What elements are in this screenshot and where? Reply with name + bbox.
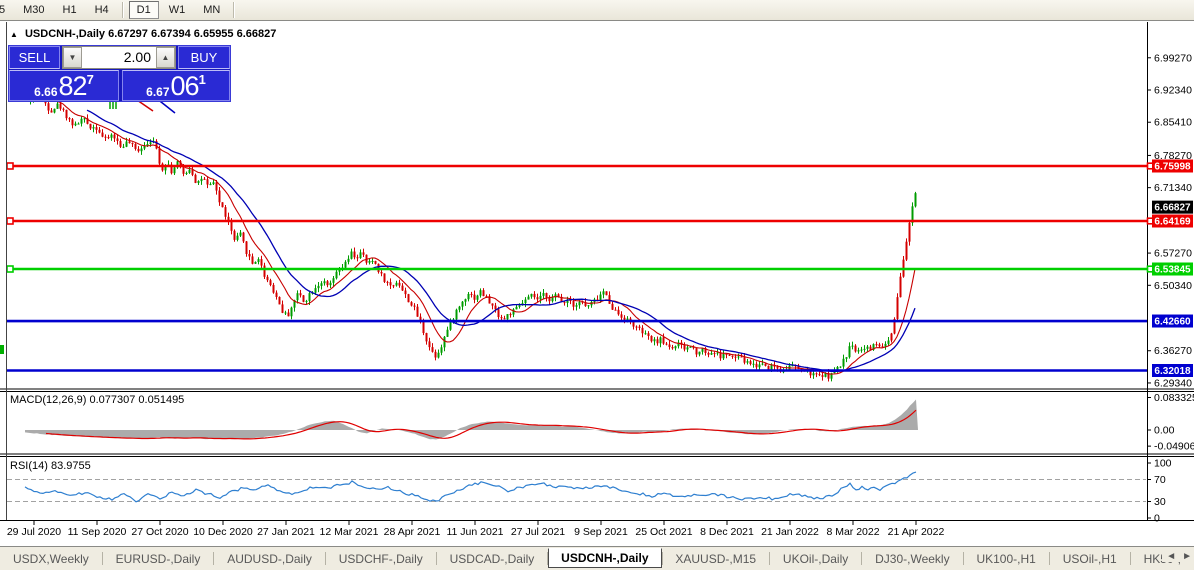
- symbol-tab-bar: USDX,Weekly EURUSD-,Daily AUDUSD-,Daily USD…: [0, 546, 1194, 570]
- price-tick-label: 6.92340: [1154, 85, 1192, 97]
- tab-usdchf-daily[interactable]: USDCHF-,Daily: [326, 549, 436, 569]
- date-label: 28 Apr 2021: [384, 526, 441, 538]
- level-left-marker: [6, 162, 14, 170]
- quote-high: 6.67394: [150, 28, 191, 40]
- toolbar-separator: [121, 2, 124, 18]
- ask-price[interactable]: 6.67 06 1: [122, 70, 230, 101]
- sell-button[interactable]: SELL: [9, 46, 60, 69]
- level-badge-label: 6.64169: [1154, 217, 1191, 228]
- tab-usoil-h1[interactable]: USOil-,H1: [1050, 549, 1130, 569]
- level-left-marker: [6, 217, 14, 225]
- price-tick-label: 6.29340: [1154, 377, 1192, 389]
- date-label: 29 Jul 2020: [7, 526, 61, 538]
- timeframe-button-h4[interactable]: H4: [87, 1, 117, 19]
- timeframe-button-w1[interactable]: W1: [161, 1, 194, 19]
- date-label: 27 Oct 2020: [131, 526, 188, 538]
- ask-pip-digit: 1: [198, 72, 206, 87]
- date-label: 8 Mar 2022: [826, 526, 879, 538]
- date-label: 27 Jul 2021: [511, 526, 565, 538]
- ask-prefix: 6.67: [146, 85, 170, 99]
- tab-dj30-weekly[interactable]: DJ30-,Weekly: [862, 549, 962, 569]
- bid-pip-digit: 7: [86, 72, 94, 87]
- buy-button[interactable]: BUY: [178, 46, 230, 69]
- volume-decrease-icon[interactable]: ▼: [63, 47, 82, 68]
- date-label: 9 Sep 2021: [574, 526, 628, 538]
- tab-usdcad-daily[interactable]: USDCAD-,Daily: [437, 549, 548, 569]
- level-badge-label: 6.53845: [1154, 265, 1191, 276]
- rsi-indicator-label: RSI(14) 83.9755: [10, 460, 91, 472]
- macd-axis-label: 0.00: [1154, 425, 1175, 437]
- tab-scroll-buttons: ◄ ►: [1162, 551, 1192, 562]
- date-label: 27 Jan 2021: [257, 526, 315, 538]
- tab-ukoil-daily[interactable]: UKOil-,Daily: [770, 549, 861, 569]
- chart-window: 6.99270 6.92340 6.85410 6.78270 6.71340 6.572…: [0, 20, 1194, 547]
- macd-indicator-label: MACD(12,26,9) 0.077307 0.051495: [10, 394, 185, 406]
- one-click-trading-panel: SELL ▼ 2.00 ▲ BUY 6.66 82 7 6.67 06 1: [8, 45, 231, 102]
- symbol-title: USDCNH-,Daily: [24, 28, 106, 40]
- price-tick-label: 6.50340: [1154, 280, 1192, 292]
- current-price-badge-label: 6.66827: [1154, 203, 1191, 214]
- level-badge-label: 6.75998: [1154, 161, 1191, 172]
- date-label: 12 Mar 2021: [320, 526, 379, 538]
- level-badge-label: 6.42660: [1154, 317, 1191, 328]
- date-label: 21 Apr 2022: [888, 526, 945, 538]
- moving-average-slow: [86, 109, 916, 373]
- toolbar-separator: [233, 2, 236, 18]
- date-label: 8 Dec 2021: [700, 526, 754, 538]
- level-badge-label: 6.32018: [1154, 366, 1191, 377]
- rsi-axis-label: 30: [1154, 496, 1166, 508]
- price-tick-label: 6.36270: [1154, 345, 1192, 357]
- timeframe-toolbar: 5 M30 H1 H4 D1 W1 MN: [0, 0, 1194, 21]
- time-axis[interactable]: 29 Jul 2020 11 Sep 2020 27 Oct 2020 10 Dec …: [7, 520, 945, 539]
- tab-eurusd-daily[interactable]: EURUSD-,Daily: [103, 549, 214, 569]
- bid-price[interactable]: 6.66 82 7: [9, 70, 119, 101]
- tab-usdcnh-daily[interactable]: USDCNH-,Daily: [548, 547, 662, 568]
- left-edge-marker: [0, 345, 4, 354]
- volume-input[interactable]: 2.00: [82, 47, 156, 68]
- rsi-axis-label: 0: [1154, 513, 1160, 525]
- tab-scroll-right-icon[interactable]: ►: [1182, 551, 1192, 562]
- rsi-line: [24, 471, 917, 503]
- rsi-axis-label: 100: [1154, 458, 1172, 470]
- quote-close: 6.66827: [236, 28, 277, 40]
- timeframe-button-d1[interactable]: D1: [128, 1, 159, 19]
- candlestick-series: [29, 87, 917, 382]
- volume-increase-icon[interactable]: ▲: [156, 47, 175, 68]
- date-label: 25 Oct 2021: [635, 526, 692, 538]
- date-label: 10 Dec 2020: [193, 526, 253, 538]
- date-label: 11 Sep 2020: [68, 526, 127, 538]
- price-tick-label: 6.99270: [1154, 52, 1192, 64]
- price-tick-label: 6.57270: [1154, 248, 1192, 260]
- price-tick-label: 6.71340: [1154, 182, 1192, 194]
- timeframe-button-mn[interactable]: MN: [195, 1, 228, 19]
- macd-axis-label: 0.083325: [1154, 392, 1194, 404]
- tab-scroll-left-icon[interactable]: ◄: [1166, 551, 1176, 562]
- bid-prefix: 6.66: [34, 85, 58, 99]
- macd-axis-label: -0.049068: [1154, 441, 1194, 453]
- date-label: 11 Jun 2021: [446, 526, 503, 538]
- tab-audusd-daily[interactable]: AUDUSD-,Daily: [214, 549, 325, 569]
- tab-xauusd-m15[interactable]: XAUUSD-,M15: [662, 549, 769, 569]
- quote-open: 6.67297: [108, 28, 148, 40]
- moving-average-fast: [56, 100, 916, 375]
- price-tick-label: 6.85410: [1154, 117, 1192, 129]
- collapse-icon[interactable]: ▲: [10, 30, 18, 39]
- volume-spinner: ▼ 2.00 ▲: [62, 46, 176, 69]
- ask-big-digits: 06: [170, 71, 200, 101]
- timeframe-button-5[interactable]: 5: [0, 1, 13, 19]
- chart-header: ▲ USDCNH-,Daily 6.67297 6.67394 6.65955 …: [10, 28, 276, 40]
- timeframe-button-h1[interactable]: H1: [55, 1, 85, 19]
- tab-uk100-h1[interactable]: UK100-,H1: [963, 549, 1048, 569]
- tab-usdx-weekly[interactable]: USDX,Weekly: [0, 549, 102, 569]
- timeframe-button-m30[interactable]: M30: [15, 1, 52, 19]
- level-left-marker: [6, 265, 14, 273]
- bid-big-digits: 82: [58, 71, 88, 101]
- date-label: 21 Jan 2022: [761, 526, 819, 538]
- quote-low: 6.65955: [193, 28, 234, 40]
- rsi-axis-label: 70: [1154, 474, 1166, 486]
